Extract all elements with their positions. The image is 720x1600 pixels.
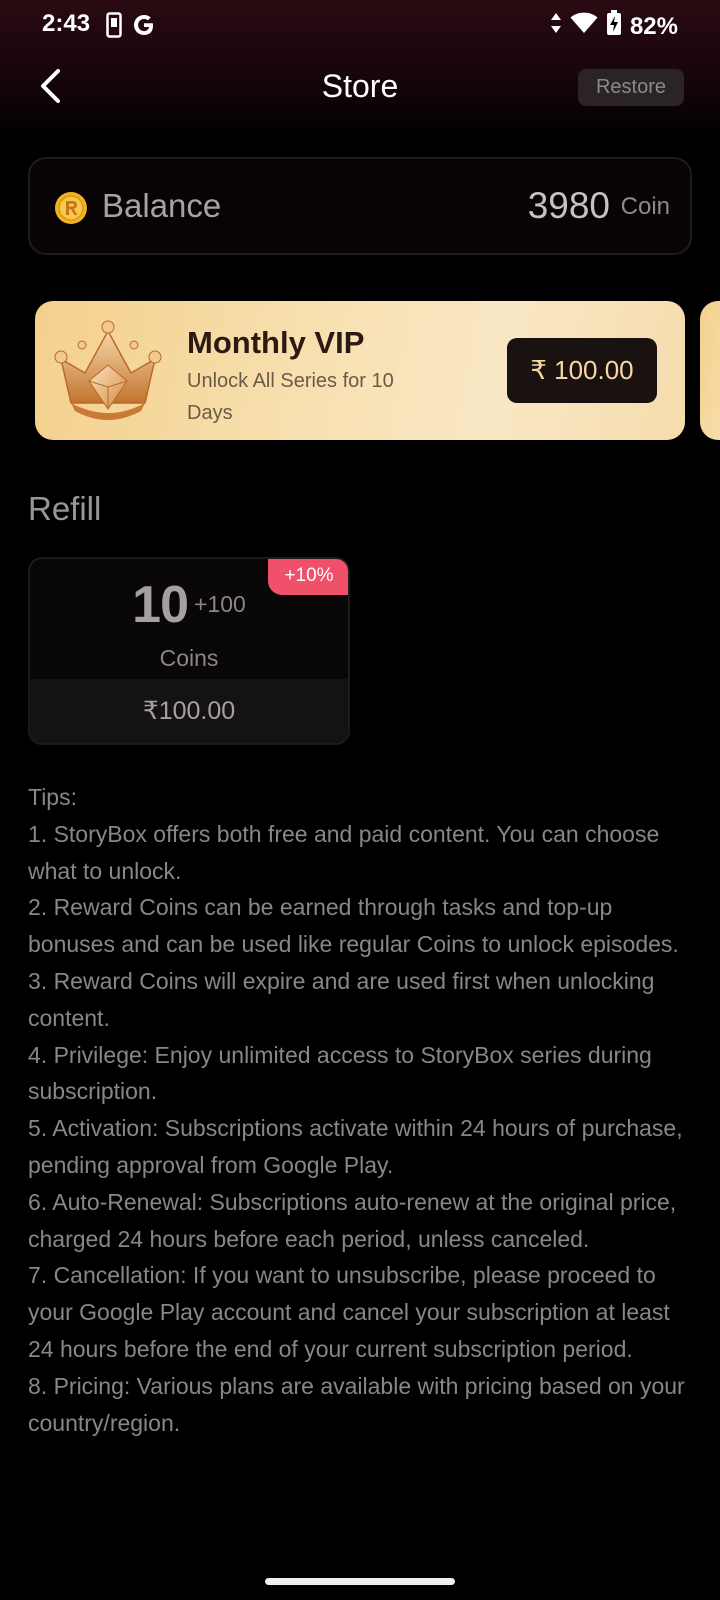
tip-item: 2. Reward Coins can be earned through ta…: [28, 894, 679, 958]
battery-percent: 82%: [629, 12, 678, 40]
vip-price-button[interactable]: ₹ 100.00: [507, 338, 657, 403]
google-icon: [132, 13, 156, 42]
tip-item: 6. Auto-Renewal: Subscriptions auto-rene…: [28, 1188, 677, 1252]
tip-item: 3. Reward Coins will expire and are used…: [28, 967, 655, 1031]
battery-charging-icon: [606, 10, 622, 43]
refill-package-card[interactable]: +10% 10 +100 Coins ₹100.00: [28, 557, 350, 745]
tip-item: 1. StoryBox offers both free and paid co…: [28, 820, 660, 884]
tip-item: 5. Activation: Subscriptions activate wi…: [28, 1115, 683, 1178]
status-right-icons: 82%: [550, 10, 678, 43]
tip-item: 7. Cancellation: If you want to unsubscr…: [28, 1262, 670, 1362]
data-arrows-icon: [550, 12, 562, 41]
refill-section-title: Refill: [28, 490, 102, 527]
restore-button[interactable]: Restore: [578, 69, 684, 106]
crown-icon: [49, 311, 167, 429]
phone-icon: [106, 12, 122, 43]
status-time: 2:43: [42, 10, 91, 37]
tips-heading: Tips:: [28, 784, 77, 810]
balance-amount: 3980: [527, 185, 610, 226]
tip-item: 4. Privilege: Enjoy unlimited access to …: [28, 1041, 652, 1105]
top-app-bar: Store Restore: [0, 60, 720, 116]
refill-amount-row: 10 +100: [30, 575, 348, 635]
status-bar: 2:43 82%: [0, 0, 720, 50]
status-notification-icons: [106, 12, 156, 43]
refill-unit-label: Coins: [159, 645, 219, 671]
balance-label: Balance: [102, 187, 222, 224]
next-plan-card-peek[interactable]: [700, 301, 720, 440]
refill-price: ₹100.00: [30, 679, 348, 743]
gesture-nav-handle[interactable]: [265, 1578, 455, 1585]
coin-icon: [54, 191, 88, 225]
vip-plan-card[interactable]: Monthly VIP Unlock All Series for 10 Day…: [35, 301, 685, 440]
vip-subtitle: Unlock All Series for 10 Days: [187, 370, 394, 424]
refill-bonus-amount: +100: [194, 591, 246, 617]
balance-unit: Coin: [620, 193, 670, 220]
tip-item: 8. Pricing: Various plans are available …: [28, 1372, 685, 1436]
wifi-icon: [570, 12, 598, 41]
vip-title: Monthly VIP: [187, 325, 365, 360]
tips-section: Tips: 1. StoryBox offers both free and p…: [28, 779, 696, 1441]
balance-card: Balance 3980 Coin: [28, 157, 692, 255]
refill-coin-amount: 10: [132, 576, 189, 634]
